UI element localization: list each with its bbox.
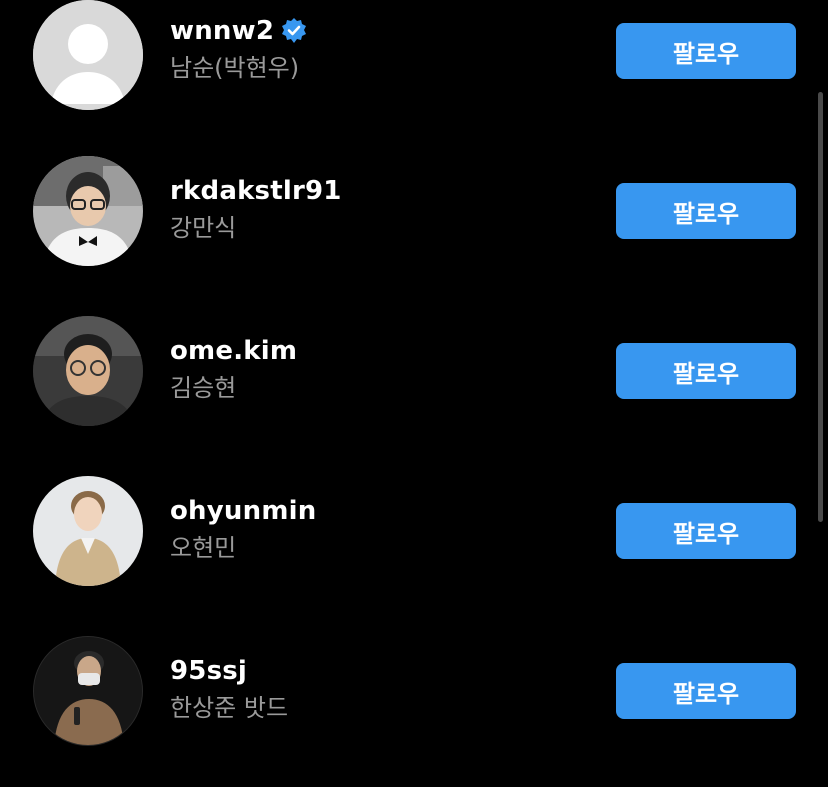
full-name: 김승현 [170, 374, 237, 402]
full-name: 한상준 밧드 [170, 694, 289, 722]
avatar[interactable] [33, 316, 143, 426]
list-item[interactable]: ohyunmin 오현민 팔로우 [0, 476, 828, 636]
username[interactable]: 95ssj [170, 655, 288, 687]
username[interactable]: wnnw2 [170, 15, 308, 47]
list-item[interactable]: wnnw2 남순(박현우) 팔로우 [0, 0, 828, 160]
user-texts: wnnw2 남순(박현우) [170, 15, 308, 83]
user-texts: 95ssj 한상준 밧드 [170, 655, 288, 723]
user-texts: ome.kim 김승현 [170, 335, 297, 403]
scrollbar[interactable] [818, 92, 823, 522]
full-name: 남순(박현우) [170, 54, 300, 82]
avatar[interactable] [33, 156, 143, 266]
avatar[interactable] [33, 476, 143, 586]
full-name: 강만식 [170, 214, 237, 242]
list-item[interactable]: 95ssj 한상준 밧드 팔로우 [0, 636, 828, 787]
follow-button[interactable]: 팔로우 [616, 663, 796, 719]
username[interactable]: ome.kim [170, 335, 297, 367]
follow-button[interactable]: 팔로우 [616, 343, 796, 399]
profile-photo [34, 637, 142, 745]
verified-badge-icon [282, 18, 307, 43]
follow-button[interactable]: 팔로우 [616, 503, 796, 559]
username[interactable]: rkdakstlr91 [170, 175, 342, 207]
follow-button[interactable]: 팔로우 [616, 23, 796, 79]
user-texts: rkdakstlr91 강만식 [170, 175, 342, 243]
profile-photo [33, 316, 143, 426]
username[interactable]: ohyunmin [170, 495, 316, 527]
profile-photo [33, 476, 143, 586]
full-name: 오현민 [170, 534, 237, 562]
avatar[interactable] [33, 636, 143, 746]
avatar[interactable] [33, 0, 143, 110]
follow-button[interactable]: 팔로우 [616, 183, 796, 239]
list-item[interactable]: rkdakstlr91 강만식 팔로우 [0, 156, 828, 316]
profile-photo [33, 156, 143, 266]
user-texts: ohyunmin 오현민 [170, 495, 316, 563]
default-avatar-icon [33, 0, 143, 110]
list-item[interactable]: ome.kim 김승현 팔로우 [0, 316, 828, 476]
follow-suggestion-list: wnnw2 남순(박현우) 팔로우 rkdakstlr91 강만식 팔로우 om… [0, 0, 828, 787]
